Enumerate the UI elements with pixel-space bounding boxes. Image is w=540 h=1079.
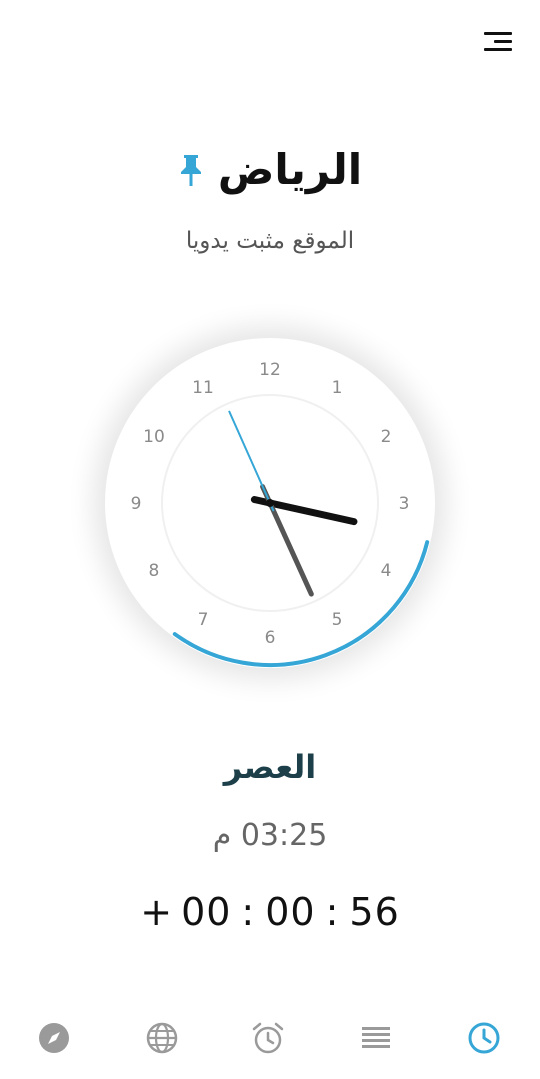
menu-button[interactable] — [480, 28, 520, 58]
compass-icon — [39, 1023, 69, 1053]
city-name: الرياض — [217, 145, 363, 194]
menu-line — [484, 48, 512, 51]
clock-number: 6 — [265, 628, 276, 648]
clock-number: 7 — [198, 610, 209, 630]
clock-number: 12 — [259, 360, 281, 380]
prayer-time: 03:25 م — [212, 818, 328, 853]
menu-line — [494, 40, 512, 43]
location-header: الرياض — [0, 138, 540, 202]
countdown-hours: 00 — [181, 890, 232, 934]
clock-number: 9 — [131, 494, 142, 514]
countdown: + 00 : 00 : 56 — [0, 890, 540, 934]
countdown-separator: : — [241, 890, 256, 934]
list-lines-icon — [362, 1027, 390, 1048]
location-status: الموقع مثبت يدويا — [185, 228, 355, 254]
nav-item-clock[interactable] — [466, 1020, 506, 1060]
clock-number: 11 — [192, 378, 214, 398]
clock-number: 4 — [381, 561, 392, 581]
countdown-seconds: 56 — [349, 890, 400, 934]
nav-item-globe[interactable] — [144, 1020, 184, 1060]
nav-item-compass[interactable] — [36, 1020, 76, 1060]
prayer-name: العصر — [223, 748, 317, 786]
clock-number: 1 — [332, 378, 343, 398]
clock-number: 5 — [332, 610, 343, 630]
bottom-nav — [0, 1010, 540, 1070]
alarm-clock-icon — [252, 1022, 284, 1054]
pin-icon[interactable] — [178, 153, 204, 187]
analog-clock: 12 1 2 3 4 5 6 7 8 9 10 11 — [94, 327, 446, 679]
clock-center — [266, 499, 274, 507]
clock-icon — [468, 1022, 500, 1054]
globe-icon — [146, 1022, 178, 1054]
clock-face-svg: 121234567891011 — [94, 327, 446, 679]
countdown-sign: + — [140, 890, 174, 934]
nav-item-alarm[interactable] — [250, 1020, 290, 1060]
clock-number: 3 — [399, 494, 410, 514]
nav-item-list[interactable] — [358, 1020, 398, 1060]
clock-number: 8 — [149, 561, 160, 581]
countdown-minutes: 00 — [265, 890, 316, 934]
clock-number: 10 — [143, 427, 165, 447]
countdown-separator: : — [325, 890, 340, 934]
menu-lines-icon — [484, 32, 512, 35]
clock-number: 2 — [381, 427, 392, 447]
